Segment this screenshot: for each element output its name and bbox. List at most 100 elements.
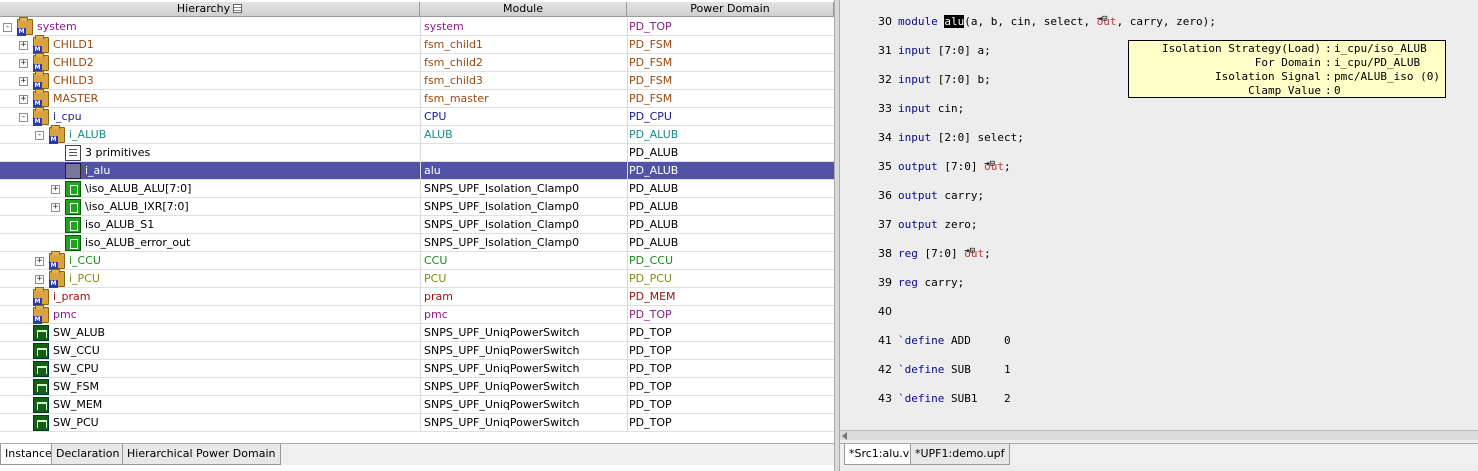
expand-icon[interactable]: + bbox=[19, 77, 28, 86]
power-switch-icon bbox=[33, 397, 49, 413]
code-text: [7:0] a; bbox=[937, 44, 991, 57]
module-folder-icon: M bbox=[17, 17, 33, 36]
column-menu-icon[interactable] bbox=[233, 4, 243, 13]
module-name: pram bbox=[424, 290, 453, 303]
power-domain-name: PD_ALUB bbox=[629, 218, 679, 231]
column-header-hierarchy[interactable]: Hierarchy bbox=[0, 2, 420, 17]
tree-row-0[interactable]: - Msystem system PD_TOP bbox=[0, 17, 834, 36]
tooltip-key: Clamp Value bbox=[1248, 84, 1321, 97]
tree-row-11[interactable]: iso_ALUB_S1 SNPS_UPF_Isolation_Clamp0 PD_A… bbox=[0, 216, 834, 234]
tree-row-1[interactable]: + M CHILD1 fsm_child1 PD_FSM bbox=[0, 35, 834, 54]
code-text: [2:0] select; bbox=[937, 131, 1024, 144]
tree-row-3[interactable]: + M CHILD3 fsm_child3 PD_FSM bbox=[0, 71, 834, 90]
tree-row-4[interactable]: + M MASTER fsm_master PD_FSM bbox=[0, 89, 834, 108]
collapse-icon[interactable]: - bbox=[19, 113, 28, 122]
tree-row-22[interactable]: SW_PCU SNPS_UPF_UniqPowerSwitch PD_TOP bbox=[0, 414, 834, 432]
column-header-module[interactable]: Module bbox=[420, 2, 627, 17]
power-domain-name: PD_FSM bbox=[629, 56, 673, 69]
instance-name: pmc bbox=[53, 308, 77, 321]
power-switch-icon bbox=[33, 325, 49, 341]
keyword: output bbox=[898, 189, 945, 202]
module-folder-icon: M bbox=[33, 287, 49, 306]
expand-icon[interactable]: + bbox=[19, 59, 28, 68]
tree-row-21[interactable]: SW_MEM SNPS_UPF_UniqPowerSwitch PD_TOP bbox=[0, 396, 834, 414]
power-switch-icon bbox=[33, 379, 49, 395]
line-number: 35 bbox=[878, 160, 892, 173]
module-folder-icon: M bbox=[33, 71, 49, 90]
module-name: system bbox=[424, 20, 464, 33]
tree-row-15[interactable]: Mi_pram pram PD_MEM bbox=[0, 287, 834, 306]
instance-name: i_ALUB bbox=[69, 128, 107, 141]
tree-row-8[interactable]: i_alu alu PD_ALUB bbox=[0, 162, 834, 180]
tree-row-10[interactable]: + \iso_ALUB_IXR[7:0] SNPS_UPF_Isolation_Cl… bbox=[0, 198, 834, 216]
tooltip-key: Isolation Strategy(Load) bbox=[1162, 42, 1321, 55]
keyword: input bbox=[898, 131, 938, 144]
power-domain-name: PD_TOP bbox=[629, 20, 672, 33]
tooltip-row: Isolation Signal: pmc/ALUB_iso (0) bbox=[1129, 70, 1445, 84]
module-name: ALUB bbox=[424, 128, 453, 141]
collapse-icon[interactable]: - bbox=[3, 23, 12, 32]
power-domain-name: PD_TOP bbox=[629, 362, 672, 375]
module-name: SNPS_UPF_UniqPowerSwitch bbox=[424, 398, 580, 411]
tree-row-2[interactable]: + M CHILD2 fsm_child2 PD_FSM bbox=[0, 53, 834, 72]
tree-row-20[interactable]: SW_FSM SNPS_UPF_UniqPowerSwitch PD_TOP bbox=[0, 378, 834, 396]
expand-icon[interactable]: + bbox=[19, 41, 28, 50]
code-text: ADD 0 bbox=[950, 334, 1011, 347]
tree-row-13[interactable]: + Mi_CCU CCU PD_CCU bbox=[0, 251, 834, 270]
hierarchy-tree: - Msystem system PD_TOP + M CHILD1 fsm_child1 PD… bbox=[0, 17, 834, 432]
instance-name: system bbox=[37, 20, 77, 33]
tree-row-18[interactable]: SW_CCU SNPS_UPF_UniqPowerSwitch PD_TOP bbox=[0, 342, 834, 360]
tab-hierarchical-power-domain[interactable]: Hierarchical Power Domain bbox=[122, 444, 281, 465]
expand-icon[interactable]: + bbox=[35, 257, 44, 266]
instance-name: SW_ALUB bbox=[53, 326, 106, 339]
power-domain-name: PD_TOP bbox=[629, 416, 672, 429]
module-name: SNPS_UPF_Isolation_Clamp0 bbox=[424, 218, 580, 231]
tab-instance[interactable]: Instance bbox=[0, 444, 57, 465]
expand-icon[interactable]: + bbox=[51, 185, 60, 194]
tree-row-9[interactable]: + \iso_ALUB_ALU[7:0] SNPS_UPF_Isolation_Cl… bbox=[0, 180, 834, 198]
module-name: SNPS_UPF_Isolation_Clamp0 bbox=[424, 182, 580, 195]
hierarchy-panel: Hierarchy Module Power Domain - Msystem sy… bbox=[0, 0, 834, 471]
tree-row-5[interactable]: - Mi_cpu CPU PD_CPU bbox=[0, 107, 834, 126]
tab-upf1-demo-upf[interactable]: *UPF1:demo.upf bbox=[910, 444, 1010, 465]
instance-name: CHILD2 bbox=[53, 56, 94, 69]
tree-row-6[interactable]: - Mi_ALUB ALUB PD_ALUB bbox=[0, 125, 834, 144]
line-number: 36 bbox=[878, 189, 892, 202]
tree-row-12[interactable]: iso_ALUB_error_out SNPS_UPF_Isolation_Cla… bbox=[0, 234, 834, 252]
isolation-cell-icon bbox=[65, 199, 81, 215]
power-domain-name: PD_TOP bbox=[629, 344, 672, 357]
code-text: carry; bbox=[944, 189, 985, 202]
instance-name: i_pram bbox=[53, 290, 91, 303]
tree-row-19[interactable]: SW_CPU SNPS_UPF_UniqPowerSwitch PD_TOP bbox=[0, 360, 834, 378]
code-text: , carry, zero); bbox=[1116, 15, 1216, 28]
expand-icon[interactable]: + bbox=[19, 95, 28, 104]
power-domain-name: PD_ALUB bbox=[629, 200, 679, 213]
line-number: 33 bbox=[878, 102, 892, 115]
source-panel: 30 module alu(a, b, cin, select, ⇥⊟ out, c… bbox=[840, 0, 1478, 471]
module-name: fsm_master bbox=[424, 92, 489, 105]
power-domain-name: PD_TOP bbox=[629, 398, 672, 411]
power-domain-name: PD_FSM bbox=[629, 92, 673, 105]
instance-name: SW_MEM bbox=[53, 398, 103, 411]
tree-row-16[interactable]: Mpmc pmc PD_TOP bbox=[0, 305, 834, 324]
module-folder-icon: M bbox=[33, 53, 49, 72]
horizontal-scrollbar[interactable] bbox=[840, 430, 1478, 440]
collapse-icon[interactable]: - bbox=[35, 131, 44, 140]
expand-icon[interactable]: + bbox=[51, 203, 60, 212]
tooltip-row: For Domain: i_cpu/PD_ALUB bbox=[1129, 56, 1445, 70]
tree-row-7[interactable]: 3 primitives PD_ALUB bbox=[0, 144, 834, 162]
power-domain-name: PD_TOP bbox=[629, 380, 672, 393]
tab-declaration[interactable]: Declaration bbox=[51, 444, 125, 465]
tab-src1-alu-v[interactable]: *Src1:alu.v bbox=[844, 444, 915, 465]
power-domain-name: PD_ALUB bbox=[629, 236, 679, 249]
module-name: SNPS_UPF_UniqPowerSwitch bbox=[424, 344, 580, 357]
expand-icon[interactable]: + bbox=[35, 275, 44, 284]
tree-row-14[interactable]: + Mi_PCU PCU PD_PCU bbox=[0, 269, 834, 288]
tree-row-17[interactable]: SW_ALUB SNPS_UPF_UniqPowerSwitch PD_TOP bbox=[0, 324, 834, 342]
line-number: 31 bbox=[878, 44, 892, 57]
power-domain-name: PD_FSM bbox=[629, 74, 673, 87]
isolation-marker-icon: ⇥⊟ bbox=[1096, 14, 1108, 24]
column-header-power-domain[interactable]: Power Domain bbox=[627, 2, 834, 17]
module-name: SNPS_UPF_UniqPowerSwitch bbox=[424, 380, 580, 393]
code-text: SUB1 2 bbox=[950, 392, 1011, 405]
